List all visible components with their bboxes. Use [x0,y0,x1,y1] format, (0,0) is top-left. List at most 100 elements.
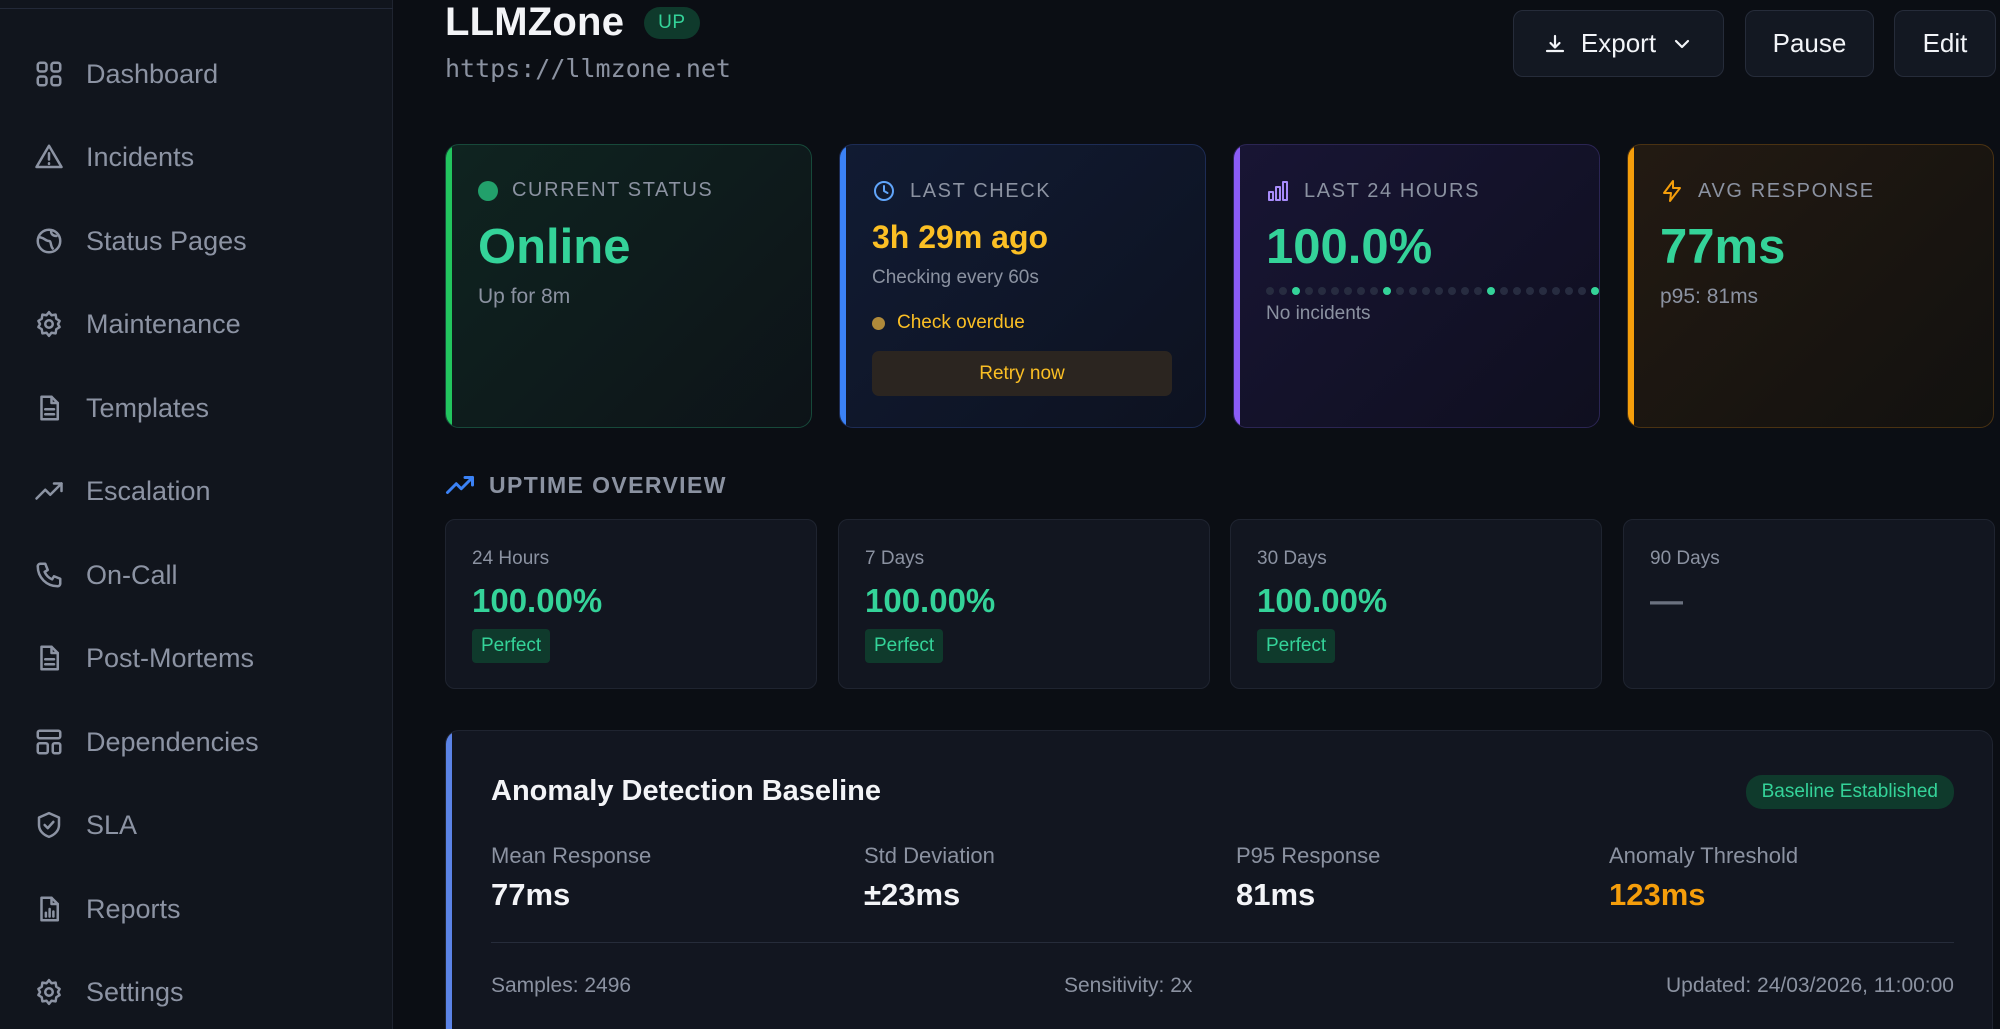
uptime-value: 100.00% [865,582,996,619]
uptime-bar [1357,287,1365,295]
uptime-bar [1487,287,1495,295]
sidebar-item-on-call[interactable]: On-Call [0,540,393,610]
uptime-bar [1500,287,1508,295]
sidebar-item-settings[interactable]: Settings [0,957,393,1027]
sidebar-item-maintenance[interactable]: Maintenance [0,289,393,359]
baseline-samples: Samples: 2496 [491,974,632,997]
page-header: LLMZone UP [445,0,700,45]
uptime-bar [1513,287,1521,295]
metric-anomaly-threshold: Anomaly Threshold 123ms [1609,843,1798,913]
metric-label: Std Deviation [864,843,995,868]
card-header: AVG RESPONSE [1660,179,1875,203]
sidebar-item-reports[interactable]: Reports [0,874,393,944]
sidebar-item-label: On-Call [86,559,178,590]
uptime-card-24h: 24 Hours 100.00% Perfect [445,519,817,689]
clock-icon [874,181,894,201]
metric-mean-response: Mean Response 77ms [491,843,651,913]
metric-label: P95 Response [1236,843,1381,868]
anomaly-baseline-card: Anomaly Detection Baseline Baseline Esta… [445,730,1993,1029]
uptime-duration: Up for 8m [478,285,571,308]
sidebar: Dashboard Incidents Status Pages Mainten… [0,0,393,1029]
uptime-period: 7 Days [865,548,925,569]
sidebar-item-escalation[interactable]: Escalation [0,456,393,526]
sidebar-item-dependencies[interactable]: Dependencies [0,707,393,777]
uptime-bar [1474,287,1482,295]
card-header: LAST 24 HOURS [1266,179,1480,203]
baseline-status-badge: Baseline Established [1745,775,1954,809]
metric-value: 77ms [491,877,571,912]
uptime-bar [1370,287,1378,295]
card-accent [446,731,452,1029]
uptime-value: 100.00% [472,582,603,619]
uptime-value: 100.00% [1257,582,1388,619]
sidebar-item-label: Dependencies [86,726,259,757]
last-24-hours-card: LAST 24 HOURS 100.0% No incidents [1233,144,1600,428]
uptime-overview-title: UPTIME OVERVIEW [445,470,727,500]
sidebar-item-incidents[interactable]: Incidents [0,122,393,192]
uptime-value: — [1650,582,1683,619]
uptime-bar [1422,287,1430,295]
uptime-period: 30 Days [1257,548,1327,569]
file-chart-icon [40,896,59,922]
sidebar-item-label: Maintenance [86,308,241,339]
sidebar-item-label: Dashboard [86,58,219,89]
main-content: LLMZone UP https://llmzone.net Export Pa… [394,0,2000,1029]
uptime-bar [1292,287,1300,295]
metric-value: 81ms [1236,877,1316,912]
uptime-card-7d: 7 Days 100.00% Perfect [838,519,1210,689]
sidebar-item-post-mortems[interactable]: Post-Mortems [0,623,393,693]
overdue-warning: Check overdue [872,312,1025,334]
globe-icon [36,228,62,254]
download-icon [1545,34,1565,52]
sidebar-item-label: Templates [86,392,210,423]
uptime-bar [1448,287,1456,295]
gear-icon [37,310,61,338]
sidebar-item-sla[interactable]: SLA [0,790,393,860]
uptime-card-90d: 90 Days — [1623,519,1995,689]
uptime-bar [1344,287,1352,295]
metric-value: ±23ms [864,877,961,912]
uptime-bar [1409,287,1417,295]
grid-icon [36,61,62,87]
export-button[interactable]: Export [1513,10,1724,77]
sidebar-item-label: SLA [86,809,138,840]
sidebar-item-templates[interactable]: Templates [0,373,393,443]
overdue-text: Check overdue [897,312,1025,333]
sidebar-item-label: Status Pages [86,225,247,256]
baseline-title: Anomaly Detection Baseline [491,775,881,807]
card-label: LAST CHECK [910,179,1052,202]
uptime-bar [1539,287,1547,295]
sidebar-item-label: Incidents [86,141,195,172]
metric-value: 123ms [1609,877,1706,912]
last-check-card: LAST CHECK 3h 29m ago Checking every 60s… [839,144,1206,428]
sidebar-item-dashboard[interactable]: Dashboard [0,39,393,109]
phone-icon [36,562,62,588]
pause-button[interactable]: Pause [1745,10,1874,77]
card-accent [840,145,846,427]
card-label: CURRENT STATUS [512,179,714,201]
sidebar-item-status-pages[interactable]: Status Pages [0,206,393,276]
retry-now-button[interactable]: Retry now [872,351,1172,396]
uptime-bar [1435,287,1443,295]
chevron-down-icon [1674,39,1690,48]
uptime-bar [1305,287,1313,295]
avg-response-card: AVG RESPONSE 77ms p95: 81ms [1627,144,1994,428]
baseline-updated: Updated: 24/03/2026, 11:00:00 [1665,974,1954,997]
card-accent [1234,145,1240,427]
last-check-value: 3h 29m ago [872,219,1049,255]
uptime-bar [1578,287,1586,295]
incident-summary: No incidents [1266,303,1371,324]
metric-label: Anomaly Threshold [1609,843,1799,868]
uptime-sparkline [1266,287,1599,295]
edit-button[interactable]: Edit [1894,10,1996,77]
p95-value: p95: 81ms [1660,285,1759,308]
alert-triangle-icon [35,144,63,169]
uptime-rating-badge: Perfect [865,629,944,663]
current-status-value: Online [478,220,631,274]
metric-label: Mean Response [491,843,652,868]
layout-icon [36,729,62,755]
sidebar-divider [0,8,393,9]
uptime-bar [1318,287,1326,295]
gear-icon [37,978,61,1006]
uptime-bar [1526,287,1534,295]
